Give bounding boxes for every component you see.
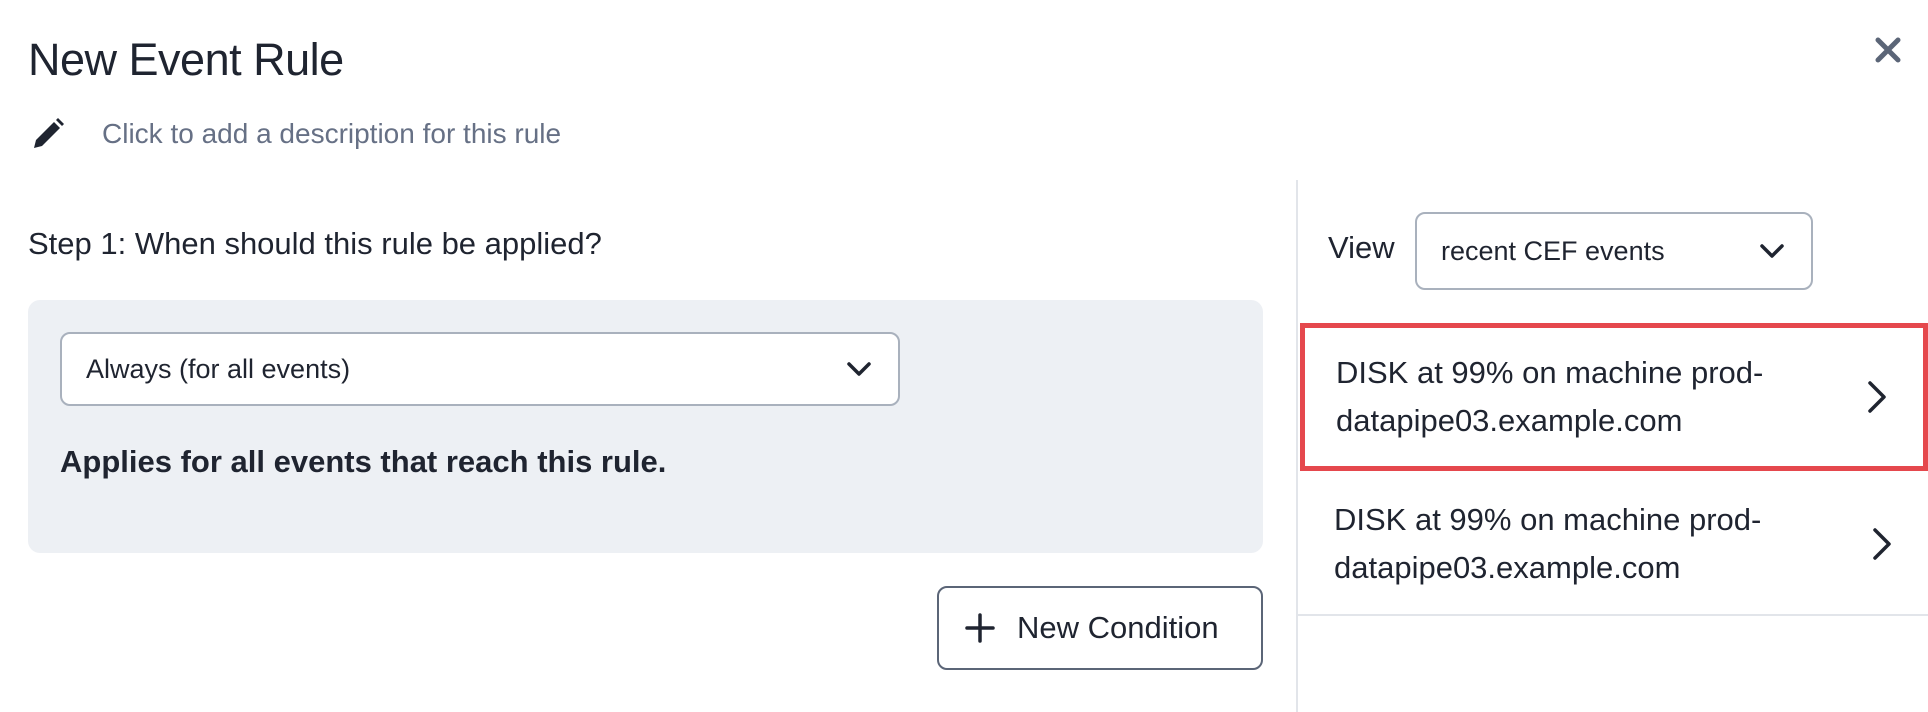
condition-select[interactable]: Always (for all events) — [60, 332, 900, 406]
chevron-down-icon — [1757, 236, 1787, 266]
event-rule-dialog: New Event Rule Click to add a descriptio… — [0, 0, 1928, 712]
pencil-icon — [28, 114, 68, 154]
condition-select-value: Always (for all events) — [86, 353, 351, 384]
event-text: DISK at 99% on machine prod- datapipe03.… — [1336, 355, 1764, 438]
view-select-value: recent CEF events — [1441, 235, 1665, 266]
view-label: View — [1328, 230, 1395, 265]
event-text: DISK at 99% on machine prod- datapipe03.… — [1334, 501, 1762, 585]
description-editor[interactable]: Click to add a description for this rule — [28, 112, 561, 156]
close-icon — [1874, 36, 1902, 69]
event-list-item-selected[interactable]: DISK at 99% on machine prod- datapipe03.… — [1300, 323, 1928, 471]
new-condition-button[interactable]: New Condition — [937, 586, 1263, 670]
chevron-right-icon — [1857, 377, 1897, 417]
close-button[interactable] — [1870, 30, 1906, 74]
description-placeholder: Click to add a description for this rule — [102, 118, 562, 149]
dialog-title: New Event Rule — [28, 34, 344, 85]
view-select[interactable]: recent CEF events — [1415, 212, 1813, 290]
chevron-right-icon — [1862, 524, 1902, 564]
new-condition-label: New Condition — [1017, 610, 1219, 645]
step-1-title: Step 1: When should this rule be applied… — [28, 226, 602, 261]
condition-panel: Always (for all events) Applies for all … — [28, 300, 1263, 553]
chevron-down-icon — [844, 354, 874, 384]
applies-text: Applies for all events that reach this r… — [60, 444, 667, 479]
plus-icon — [963, 611, 997, 645]
panel-divider — [1296, 180, 1298, 712]
event-list-item[interactable]: DISK at 99% on machine prod- datapipe03.… — [1298, 473, 1928, 616]
